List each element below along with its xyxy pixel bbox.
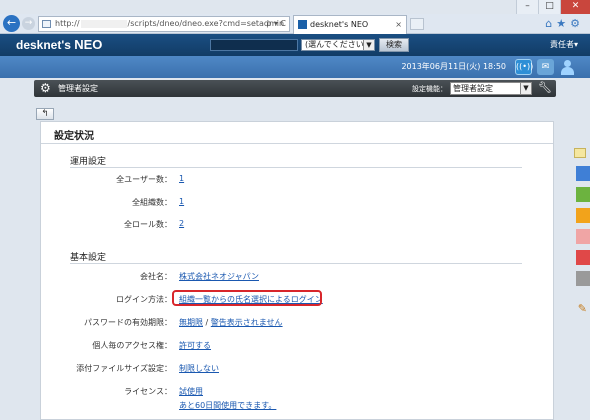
- divider: [41, 143, 553, 144]
- attachment-size-link[interactable]: 制限しない: [179, 364, 219, 373]
- user-menu[interactable]: 責任者▾: [550, 39, 578, 50]
- back-arrow-icon[interactable]: ←: [3, 15, 20, 32]
- row-label: ライセンス：: [124, 387, 172, 396]
- tab-close-icon[interactable]: ×: [395, 16, 402, 33]
- side-color-tabs: [570, 166, 590, 292]
- divider: [70, 167, 522, 168]
- pencil-icon[interactable]: ✎: [578, 302, 587, 315]
- logo-suffix: NEO: [74, 37, 103, 52]
- function-label: 設定機能：: [412, 85, 447, 93]
- total-users-link[interactable]: 1: [179, 174, 184, 183]
- total-roles-link[interactable]: 2: [179, 219, 184, 228]
- side-tab-red[interactable]: [576, 250, 590, 265]
- search-scope-value: (選んでください): [305, 40, 367, 49]
- forward-arrow-icon[interactable]: →: [22, 17, 35, 30]
- access-rights-link[interactable]: 許可する: [179, 341, 211, 350]
- row-label: 全ユーザー数：: [116, 175, 172, 184]
- section-heading-basic: 基本設定: [70, 253, 107, 263]
- favicon-icon: [298, 20, 307, 29]
- password-warning-link[interactable]: 警告表示されません: [211, 318, 283, 327]
- function-select-value: 管理者設定: [453, 84, 493, 93]
- browser-tab[interactable]: desknet's NEO ×: [293, 15, 407, 34]
- row-value: 株式会社ネオジャパン: [179, 271, 259, 282]
- chat-icon[interactable]: ✉: [537, 59, 554, 75]
- row-label: ログイン方法：: [116, 295, 172, 304]
- side-tab-gray[interactable]: [576, 271, 590, 286]
- note-icon[interactable]: [574, 148, 586, 158]
- app-header: desknet's NEO (選んでください) ▼ 検索 責任者▾: [0, 34, 590, 56]
- window-controls: – □ ✕: [516, 0, 590, 14]
- panel-title: 設定状況: [54, 131, 94, 142]
- settings-status-panel: 設定状況 運用設定 全ユーザー数： 1 全組織数： 1 全ロール数： 2 基本設…: [40, 121, 554, 420]
- highlight-box: [172, 290, 322, 306]
- maximize-button[interactable]: □: [538, 0, 560, 14]
- chevron-down-icon: ▼: [520, 83, 531, 94]
- row-value: 制限しない: [179, 363, 219, 374]
- search-scope-select[interactable]: (選んでください) ▼: [301, 39, 375, 51]
- wireless-icon[interactable]: ((•)): [515, 59, 533, 75]
- admin-settings-bar: ⚙ 管理者設定 設定機能： 管理者設定 ▼ 🔧︎: [34, 80, 556, 97]
- gear-icon: ⚙: [40, 81, 51, 95]
- address-tools[interactable]: ρ ▾ C: [266, 17, 286, 31]
- company-name-link[interactable]: 株式会社ネオジャパン: [179, 272, 259, 281]
- total-orgs-link[interactable]: 1: [179, 197, 184, 206]
- row-value: 無期限 / 警告表示されません: [179, 317, 283, 328]
- section-heading-operations: 運用設定: [70, 157, 107, 167]
- row-label: 会社名：: [140, 272, 172, 281]
- app-logo[interactable]: desknet's NEO: [16, 37, 102, 52]
- app-subheader: 2013年06月11日(火) 18:50 ((•)) ✉: [0, 56, 590, 78]
- browser-toolbar: ← → http:// /scripts/dneo/dneo.exe?cmd=se…: [0, 14, 590, 34]
- row-label: パスワードの有効期限：: [84, 318, 172, 327]
- row-label: 全組織数：: [132, 198, 172, 207]
- row-label: 全ロール数：: [124, 220, 172, 229]
- row-value: 2: [179, 219, 184, 228]
- user-icon[interactable]: [559, 59, 576, 75]
- row-value: 試使用: [179, 386, 203, 397]
- side-tab-pink[interactable]: [576, 229, 590, 244]
- row-label: 個人毎のアクセス権：: [92, 341, 172, 350]
- search-input[interactable]: [210, 39, 298, 51]
- chevron-down-icon: ▼: [363, 40, 374, 50]
- divider: [70, 263, 522, 264]
- close-window-button[interactable]: ✕: [560, 0, 590, 14]
- password-expiry-link[interactable]: 無期限: [179, 318, 203, 327]
- search-button[interactable]: 検索: [379, 38, 409, 52]
- tab-title: desknet's NEO: [310, 20, 369, 29]
- wrench-icon[interactable]: 🔧︎: [538, 81, 552, 94]
- address-bar[interactable]: http:// /scripts/dneo/dneo.exe?cmd=setadm…: [38, 16, 290, 32]
- page-icon: [42, 20, 51, 28]
- admin-title: 管理者設定: [58, 84, 98, 93]
- minimize-button[interactable]: –: [516, 0, 538, 14]
- side-tab-green[interactable]: [576, 187, 590, 202]
- url-path: /scripts/dneo/dneo.exe?cmd=setadmin: [127, 19, 285, 28]
- row-label: 添付ファイルサイズ設定：: [76, 364, 172, 373]
- side-tab-orange[interactable]: [576, 208, 590, 223]
- license-remaining-link[interactable]: あと60日間使用できます。: [179, 401, 276, 410]
- license-link[interactable]: 試使用: [179, 387, 203, 396]
- row-value: 許可する: [179, 340, 211, 351]
- row-value: 1: [179, 197, 184, 206]
- row-value: 1: [179, 174, 184, 183]
- url-prefix: http://: [55, 19, 80, 28]
- new-tab-button[interactable]: [410, 18, 424, 30]
- row-value: あと60日間使用できます。: [179, 400, 276, 411]
- side-tab-blue[interactable]: [576, 166, 590, 181]
- separator: /: [205, 318, 209, 327]
- back-button[interactable]: ↰: [36, 108, 54, 120]
- browser-tools-icons[interactable]: ⌂★⚙: [545, 17, 584, 30]
- logo-text: desknet's: [16, 38, 71, 52]
- datetime: 2013年06月11日(火) 18:50: [401, 62, 506, 71]
- redacted-host: [80, 19, 127, 28]
- function-select[interactable]: 管理者設定 ▼: [450, 82, 532, 95]
